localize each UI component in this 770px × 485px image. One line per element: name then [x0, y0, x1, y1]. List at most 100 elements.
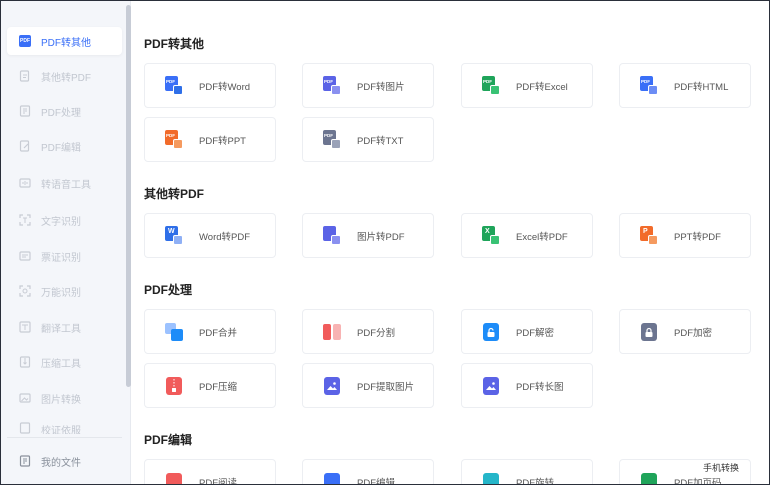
sidebar-item-label: PDF转其他 [41, 37, 91, 49]
card-pdf-to-long-image[interactable]: PDF转长图 [461, 363, 593, 408]
sidebar-item-label: 我的文件 [41, 457, 81, 469]
sidebar-item-label: PDF编辑 [41, 142, 81, 154]
card-image-to-pdf[interactable]: 图片转PDF [302, 213, 434, 258]
image-convert-icon [19, 392, 31, 404]
sidebar-item-partial[interactable]: 校证依服 [7, 420, 122, 434]
translate-icon [19, 321, 31, 333]
card-label: PDF转TXT [357, 135, 404, 147]
card-label: PPT转PDF [674, 231, 721, 243]
card-label: PDF阅读 [199, 477, 238, 485]
card-label: PDF编辑 [357, 477, 396, 485]
card-excel-to-pdf[interactable]: X Excel转PDF [461, 213, 593, 258]
sidebar-item-pdf-process[interactable]: PDF处理 [7, 97, 122, 125]
section-title-other-to-pdf: 其他转PDF [144, 187, 205, 201]
card-pdf-read[interactable]: PDF阅读 [144, 459, 276, 484]
image-to-pdf-icon [322, 225, 342, 246]
sidebar-divider [7, 437, 122, 438]
card-label: PDF加密 [674, 327, 713, 339]
card-label: PDF加页码 [674, 477, 722, 485]
sidebar-item-label: 票证识别 [41, 252, 81, 264]
card-ppt-to-pdf[interactable]: P PPT转PDF [619, 213, 751, 258]
sidebar-item-ticket-recognition[interactable]: 票证识别 [7, 242, 122, 270]
sidebar-item-pdf-edit[interactable]: PDF编辑 [7, 132, 122, 160]
card-label: PDF解密 [516, 327, 555, 339]
card-label: PDF转Word [199, 81, 251, 93]
pdf-icon: PDF [19, 35, 31, 47]
pdf-to-html-icon: PDF [639, 75, 659, 96]
sidebar-item-universal-recognition[interactable]: 万能识别 [7, 277, 122, 305]
excel-to-pdf-icon: X [481, 225, 501, 246]
card-pdf-compress[interactable]: PDF压缩 [144, 363, 276, 408]
card-label: Excel转PDF [516, 231, 568, 243]
main-content: PDF转其他 PDF PDF转Word PDF PDF转图片 PDF PDF转E… [131, 1, 769, 484]
sidebar: PDF PDF转其他 其他转PDF PDF处理 PDF编辑 转语音工具 文字识别… [1, 1, 131, 484]
section-title-pdf-edit: PDF编辑 [144, 433, 193, 447]
pdf-to-ppt-icon: PDF [164, 129, 184, 150]
card-label: PDF分割 [357, 327, 396, 339]
card-label: PDF合并 [199, 327, 238, 339]
card-pdf-edit[interactable]: PDF编辑 [302, 459, 434, 484]
card-pdf-rotate[interactable]: PDF旋转 [461, 459, 593, 484]
pdf-to-txt-icon: PDF [322, 129, 342, 150]
mobile-convert-button[interactable]: 手机转换 [703, 461, 739, 474]
sidebar-item-pdf-to-other[interactable]: PDF PDF转其他 [7, 27, 122, 55]
card-pdf-to-ppt[interactable]: PDF PDF转PPT [144, 117, 276, 162]
card-label: Word转PDF [199, 231, 251, 243]
card-pdf-extract-image[interactable]: PDF提取图片 [302, 363, 434, 408]
pdf-to-word-icon: PDF [164, 75, 184, 96]
sidebar-item-label: 文字识别 [41, 216, 81, 228]
card-pdf-encrypt[interactable]: PDF加密 [619, 309, 751, 354]
pdf-edit-icon [322, 472, 342, 484]
pdf-to-image-icon: PDF [322, 75, 342, 96]
card-pdf-to-excel[interactable]: PDF PDF转Excel [461, 63, 593, 108]
ppt-to-pdf-icon: P [639, 225, 659, 246]
pdf-page-number-icon [639, 472, 659, 484]
card-label: PDF转Excel [516, 81, 568, 93]
pdf-split-icon [322, 322, 342, 342]
edit-icon [19, 140, 31, 152]
sidebar-item-compress-tools[interactable]: 压缩工具 [7, 348, 122, 376]
sidebar-item-label: 其他转PDF [41, 72, 91, 84]
card-word-to-pdf[interactable]: W Word转PDF [144, 213, 276, 258]
card-label: PDF压缩 [199, 381, 238, 393]
card-pdf-split[interactable]: PDF分割 [302, 309, 434, 354]
card-pdf-to-html[interactable]: PDF PDF转HTML [619, 63, 751, 108]
compress-icon [19, 356, 31, 368]
voice-icon [19, 177, 31, 189]
card-label: PDF转PPT [199, 135, 246, 147]
card-label: PDF提取图片 [357, 381, 415, 393]
sidebar-item-text-recognition[interactable]: 文字识别 [7, 206, 122, 234]
sidebar-item-image-convert[interactable]: 图片转换 [7, 384, 122, 412]
file-icon [19, 455, 31, 467]
pdf-to-excel-icon: PDF [481, 75, 501, 96]
card-pdf-decrypt[interactable]: PDF解密 [461, 309, 593, 354]
sidebar-item-other-to-pdf[interactable]: 其他转PDF [7, 62, 122, 90]
section-title-pdf-to-other: PDF转其他 [144, 37, 205, 51]
sidebar-item-label: 图片转换 [41, 394, 81, 406]
word-to-pdf-icon: W [164, 225, 184, 246]
universal-recognition-icon [19, 285, 31, 297]
pdf-read-icon [164, 472, 184, 484]
card-label: PDF转长图 [516, 381, 564, 393]
pdf-extract-image-icon [322, 376, 342, 396]
card-pdf-to-word[interactable]: PDF PDF转Word [144, 63, 276, 108]
sidebar-item-my-files[interactable]: 我的文件 [7, 447, 122, 475]
card-pdf-merge[interactable]: PDF合并 [144, 309, 276, 354]
card-label: PDF转HTML [674, 81, 729, 93]
sidebar-item-label: 校证依服 [41, 426, 81, 434]
pdf-rotate-icon [481, 472, 501, 484]
partial-icon [19, 422, 31, 434]
pdf-encrypt-icon [639, 322, 659, 342]
card-pdf-to-image[interactable]: PDF PDF转图片 [302, 63, 434, 108]
sidebar-item-translate-tools[interactable]: 翻译工具 [7, 313, 122, 341]
pdf-merge-icon [164, 322, 184, 342]
card-pdf-to-txt[interactable]: PDF PDF转TXT [302, 117, 434, 162]
card-label: PDF转图片 [357, 81, 405, 93]
convert-icon [19, 70, 31, 82]
pdf-decrypt-icon [481, 322, 501, 342]
pdf-compress-icon [164, 376, 184, 396]
card-label: 图片转PDF [357, 231, 405, 243]
pdf-to-long-image-icon [481, 376, 501, 396]
ticket-icon [19, 250, 31, 262]
sidebar-item-voice-tools[interactable]: 转语音工具 [7, 169, 122, 197]
